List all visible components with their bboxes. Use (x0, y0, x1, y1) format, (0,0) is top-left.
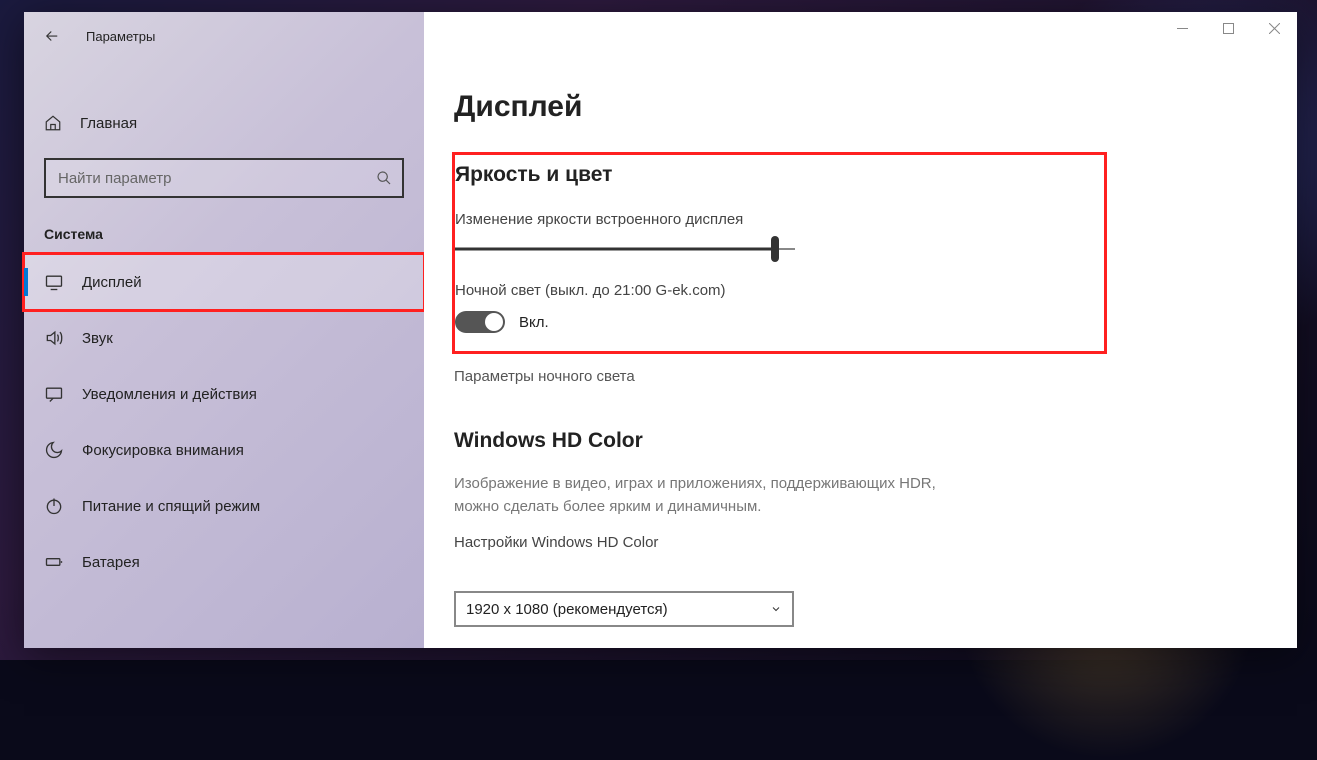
main-content: Дисплей Яркость и цвет Изменение яркости… (424, 12, 1297, 648)
brightness-slider[interactable] (455, 240, 795, 258)
toggle-knob (485, 313, 503, 331)
sidebar-header: Параметры (24, 12, 424, 60)
home-label: Главная (80, 115, 137, 132)
moon-icon (44, 440, 64, 460)
sidebar-item-label: Дисплей (82, 274, 142, 291)
battery-icon (44, 552, 64, 572)
window-title: Параметры (86, 29, 155, 44)
brightness-label: Изменение яркости встроенного дисплея (455, 211, 1086, 228)
slider-thumb[interactable] (771, 236, 779, 262)
night-light-settings-link[interactable]: Параметры ночного света (454, 368, 1267, 385)
sidebar-item-label: Фокусировка внимания (82, 442, 244, 459)
night-light-toggle[interactable] (455, 311, 505, 333)
sidebar-item-label: Звук (82, 330, 113, 347)
hd-color-settings-link[interactable]: Настройки Windows HD Color (454, 534, 1267, 551)
minimize-icon (1177, 23, 1188, 34)
search-input[interactable] (44, 158, 404, 198)
night-light-toggle-row: Вкл. (455, 311, 1086, 333)
maximize-button[interactable] (1205, 12, 1251, 44)
sidebar-item-battery[interactable]: Батарея (24, 534, 424, 590)
brightness-color-highlight: Яркость и цвет Изменение яркости встроен… (452, 152, 1107, 354)
sidebar-item-focus[interactable]: Фокусировка внимания (24, 422, 424, 478)
sidebar-item-power[interactable]: Питание и спящий режим (24, 478, 424, 534)
home-nav[interactable]: Главная (24, 102, 424, 144)
resolution-selected: 1920 x 1080 (рекомендуется) (466, 601, 668, 618)
chevron-down-icon (770, 603, 782, 615)
back-button[interactable] (42, 26, 62, 46)
page-title: Дисплей (454, 90, 1267, 124)
maximize-icon (1223, 23, 1234, 34)
toggle-state-label: Вкл. (519, 314, 549, 331)
window-controls (1159, 12, 1297, 44)
hd-color-title: Windows HD Color (454, 429, 1267, 453)
sidebar-item-label: Батарея (82, 554, 140, 571)
sidebar-item-display[interactable]: Дисплей (24, 254, 424, 310)
power-icon (44, 496, 64, 516)
monitor-icon (44, 272, 64, 292)
home-icon (44, 114, 62, 132)
speaker-icon (44, 328, 64, 348)
sidebar-item-label: Уведомления и действия (82, 386, 257, 403)
brightness-section-title: Яркость и цвет (455, 163, 1086, 187)
hd-color-desc: Изображение в видео, играх и приложениях… (454, 473, 974, 518)
night-light-label: Ночной свет (выкл. до 21:00 G-ek.com) (455, 282, 1086, 299)
close-icon (1269, 23, 1280, 34)
category-label: Система (44, 226, 404, 242)
search-icon (376, 170, 392, 186)
slider-fill (455, 248, 775, 251)
sidebar-item-notifications[interactable]: Уведомления и действия (24, 366, 424, 422)
minimize-button[interactable] (1159, 12, 1205, 44)
arrow-left-icon (43, 27, 61, 45)
sidebar-item-label: Питание и спящий режим (82, 498, 260, 515)
close-button[interactable] (1251, 12, 1297, 44)
settings-window: Параметры Главная Система Дисплей (24, 12, 1297, 648)
search-wrap (44, 158, 404, 198)
nav-list: Дисплей Звук Уведомления и действия Фоку… (24, 254, 424, 590)
sidebar-item-sound[interactable]: Звук (24, 310, 424, 366)
sidebar: Параметры Главная Система Дисплей (24, 12, 424, 648)
resolution-dropdown[interactable]: 1920 x 1080 (рекомендуется) (454, 591, 794, 627)
chat-icon (44, 384, 64, 404)
